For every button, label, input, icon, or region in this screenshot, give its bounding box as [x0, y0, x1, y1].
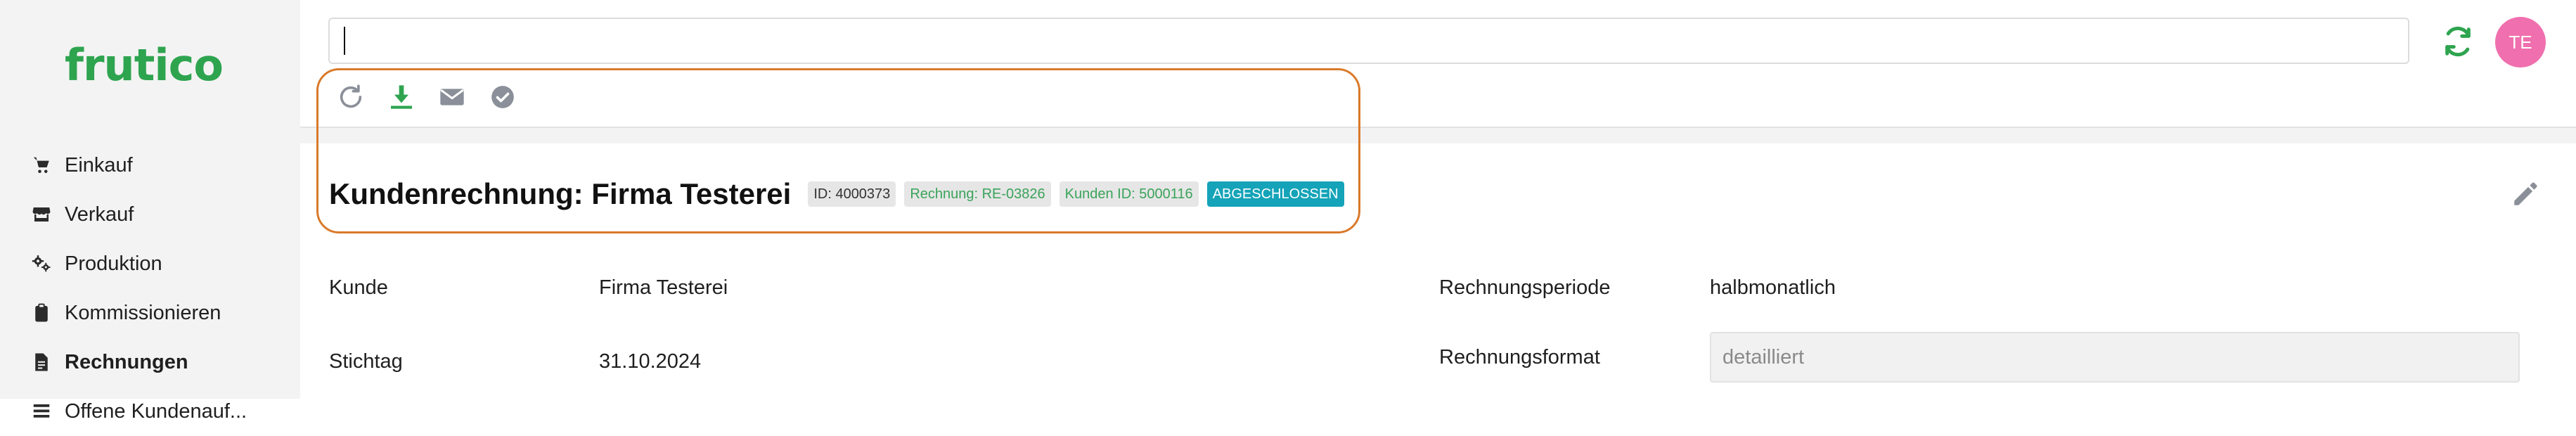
check-circle-icon — [491, 86, 514, 108]
sidebar-item-offene-kundenauftraege[interactable]: Offene Kundenauf... — [30, 387, 290, 436]
download-button[interactable] — [385, 80, 418, 114]
status-badge: ABGESCHLOSSEN — [1206, 181, 1344, 207]
reference-date-value: 31.10.2024 — [599, 350, 702, 373]
refresh-icon — [340, 84, 362, 108]
mail-button[interactable] — [435, 80, 469, 114]
customer-id-badge[interactable]: Kunden ID: 5000116 — [1059, 181, 1199, 207]
sidebar-nav: Einkauf Verkauf Produktion Kommissionier… — [30, 141, 290, 436]
document-header: Kundenrechnung: Firma Testerei ID: 40003… — [329, 172, 1344, 217]
invoice-number-badge[interactable]: Rechnung: RE-03826 — [904, 181, 1051, 207]
sidebar-item-rechnungen[interactable]: Rechnungen — [30, 338, 290, 387]
invoice-format-select[interactable]: detailliert — [1710, 332, 2520, 383]
download-icon — [391, 85, 412, 109]
invoice-format-label: Rechnungsformat — [1439, 346, 1600, 368]
sidebar-item-label: Rechnungen — [65, 350, 188, 373]
sidebar-item-produktion[interactable]: Produktion — [30, 239, 290, 288]
sidebar-item-label: Verkauf — [65, 203, 134, 226]
customer-label: Kunde — [329, 276, 388, 299]
cart-icon — [30, 153, 53, 177]
complete-button[interactable] — [486, 80, 520, 114]
store-icon — [30, 203, 53, 226]
mail-icon — [440, 89, 464, 105]
sync-button[interactable] — [2437, 21, 2478, 62]
pencil-icon — [2514, 182, 2537, 205]
sidebar-item-verkauf[interactable]: Verkauf — [30, 190, 290, 239]
action-toolbar — [334, 79, 520, 115]
page-title: Kundenrechnung: Firma Testerei — [329, 177, 792, 210]
sidebar-item-kommissionieren[interactable]: Kommissionieren — [30, 288, 290, 338]
reference-date-label: Stichtag — [329, 350, 403, 373]
search-input[interactable] — [328, 18, 2409, 64]
sidebar-item-einkauf[interactable]: Einkauf — [30, 141, 290, 190]
top-bar: TE — [300, 0, 2576, 128]
billing-period-label: Rechnungsperiode — [1439, 276, 1611, 299]
sidebar: frutico Einkauf Verkauf Produktion Kommi… — [0, 0, 300, 423]
app-logo[interactable]: frutico — [65, 39, 224, 91]
billing-period-value: halbmonatlich — [1710, 276, 1836, 299]
user-avatar[interactable]: TE — [2495, 17, 2546, 68]
content-separator — [300, 128, 2576, 143]
refresh-button[interactable] — [334, 80, 368, 114]
sidebar-item-label: Produktion — [65, 252, 162, 275]
text-cursor — [344, 27, 345, 55]
edit-button[interactable] — [2509, 177, 2542, 211]
clipboard-icon — [30, 301, 53, 325]
sidebar-item-label: Offene Kundenauf... — [65, 399, 247, 423]
sync-icon — [2445, 26, 2471, 57]
gears-icon — [30, 252, 53, 276]
list-icon — [30, 399, 53, 423]
id-badge: ID: 4000373 — [808, 181, 896, 207]
sidebar-item-label: Kommissionieren — [65, 301, 221, 324]
document-icon — [30, 350, 53, 374]
customer-value: Firma Testerei — [599, 276, 728, 299]
sidebar-item-label: Einkauf — [65, 153, 133, 177]
